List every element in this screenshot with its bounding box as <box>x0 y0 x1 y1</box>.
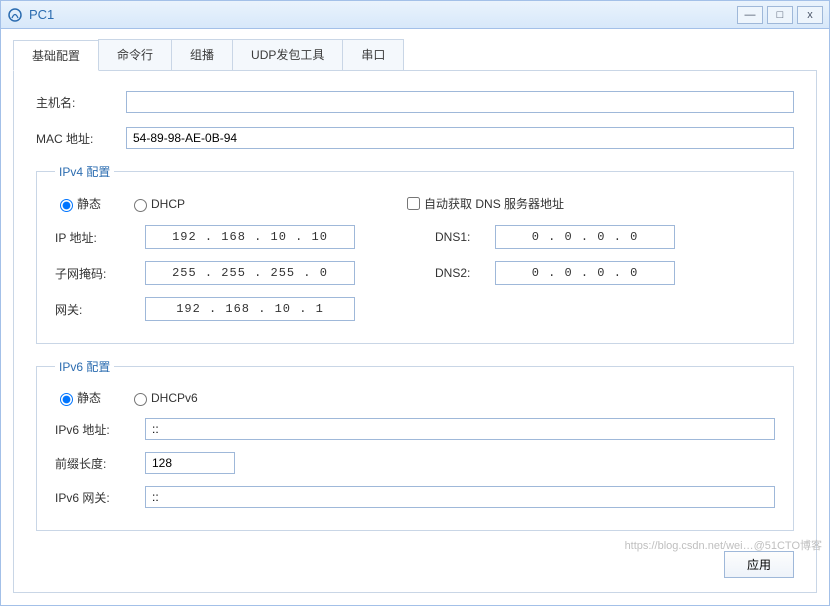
titlebar[interactable]: PC1 — □ x <box>1 1 829 29</box>
ipv6-static-radio[interactable] <box>60 393 73 406</box>
app-icon <box>7 7 23 23</box>
ipv6-group: IPv6 配置 静态 DHCPv6 IPv6 地址: 前 <box>36 358 794 531</box>
dns1-input[interactable]: 0 . 0 . 0 . 0 <box>495 225 675 249</box>
auto-dns-label: 自动获取 DNS 服务器地址 <box>424 195 564 212</box>
ipv4-dhcp-label: DHCP <box>151 197 185 211</box>
auto-dns-checkbox[interactable] <box>407 197 420 210</box>
minimize-icon: — <box>745 9 756 21</box>
tabs: 基础配置 命令行 组播 UDP发包工具 串口 <box>13 39 817 71</box>
window-title: PC1 <box>29 7 54 22</box>
maximize-button[interactable]: □ <box>767 6 793 24</box>
dns1-label: DNS1: <box>435 230 495 244</box>
mask-label: 子网掩码: <box>55 265 145 282</box>
ipv6-dhcp-radio-wrap[interactable]: DHCPv6 <box>129 390 198 406</box>
ipv6-prefix-input[interactable] <box>145 452 235 474</box>
ipv6-static-label: 静态 <box>77 389 101 406</box>
ipv6-dhcp-radio[interactable] <box>134 393 147 406</box>
tab-basic[interactable]: 基础配置 <box>13 40 99 71</box>
tab-cmdline[interactable]: 命令行 <box>98 39 172 70</box>
ipv6-gw-label: IPv6 网关: <box>55 489 145 506</box>
ipv6-prefix-label: 前缀长度: <box>55 455 145 472</box>
mask-input[interactable]: 255 . 255 . 255 . 0 <box>145 261 355 285</box>
apply-button[interactable]: 应用 <box>724 551 794 578</box>
mac-input[interactable] <box>126 127 794 149</box>
ipv4-static-radio-wrap[interactable]: 静态 <box>55 195 101 212</box>
ipv4-group: IPv4 配置 静态 DHCP 自动获取 DNS 服务器地址 <box>36 163 794 344</box>
pc-config-window: PC1 — □ x 基础配置 命令行 组播 UDP发包工具 串口 主机名: MA… <box>0 0 830 606</box>
content-area: 基础配置 命令行 组播 UDP发包工具 串口 主机名: MAC 地址: IPv4… <box>1 29 829 605</box>
ipv4-static-radio[interactable] <box>60 199 73 212</box>
ipv4-legend: IPv4 配置 <box>55 163 114 180</box>
tab-serial[interactable]: 串口 <box>342 39 404 70</box>
panel-basic: 主机名: MAC 地址: IPv4 配置 静态 DHCP <box>13 71 817 593</box>
ipv6-static-radio-wrap[interactable]: 静态 <box>55 389 101 406</box>
mac-label: MAC 地址: <box>36 130 126 147</box>
ipv6-gw-input[interactable] <box>145 486 775 508</box>
dns2-input[interactable]: 0 . 0 . 0 . 0 <box>495 261 675 285</box>
close-icon: x <box>807 9 813 21</box>
dns2-label: DNS2: <box>435 266 495 280</box>
close-button[interactable]: x <box>797 6 823 24</box>
ipv6-dhcp-label: DHCPv6 <box>151 391 198 405</box>
hostname-input[interactable] <box>126 91 794 113</box>
ipv6-legend: IPv6 配置 <box>55 358 114 375</box>
maximize-icon: □ <box>777 9 784 21</box>
ipv4-dhcp-radio[interactable] <box>134 199 147 212</box>
minimize-button[interactable]: — <box>737 6 763 24</box>
ip-label: IP 地址: <box>55 229 145 246</box>
tab-udp[interactable]: UDP发包工具 <box>232 39 343 70</box>
ipv4-dhcp-radio-wrap[interactable]: DHCP <box>129 196 185 212</box>
hostname-label: 主机名: <box>36 94 126 111</box>
gw-label: 网关: <box>55 301 145 318</box>
ip-input[interactable]: 192 . 168 . 10 . 10 <box>145 225 355 249</box>
gw-input[interactable]: 192 . 168 . 10 . 1 <box>145 297 355 321</box>
ipv6-addr-input[interactable] <box>145 418 775 440</box>
watermark-text: https://blog.csdn.net/wei…@51CTO博客 <box>625 537 822 553</box>
auto-dns-wrap[interactable]: 自动获取 DNS 服务器地址 <box>403 194 564 213</box>
tab-multicast[interactable]: 组播 <box>171 39 233 70</box>
ipv6-addr-label: IPv6 地址: <box>55 421 145 438</box>
ipv4-static-label: 静态 <box>77 195 101 212</box>
